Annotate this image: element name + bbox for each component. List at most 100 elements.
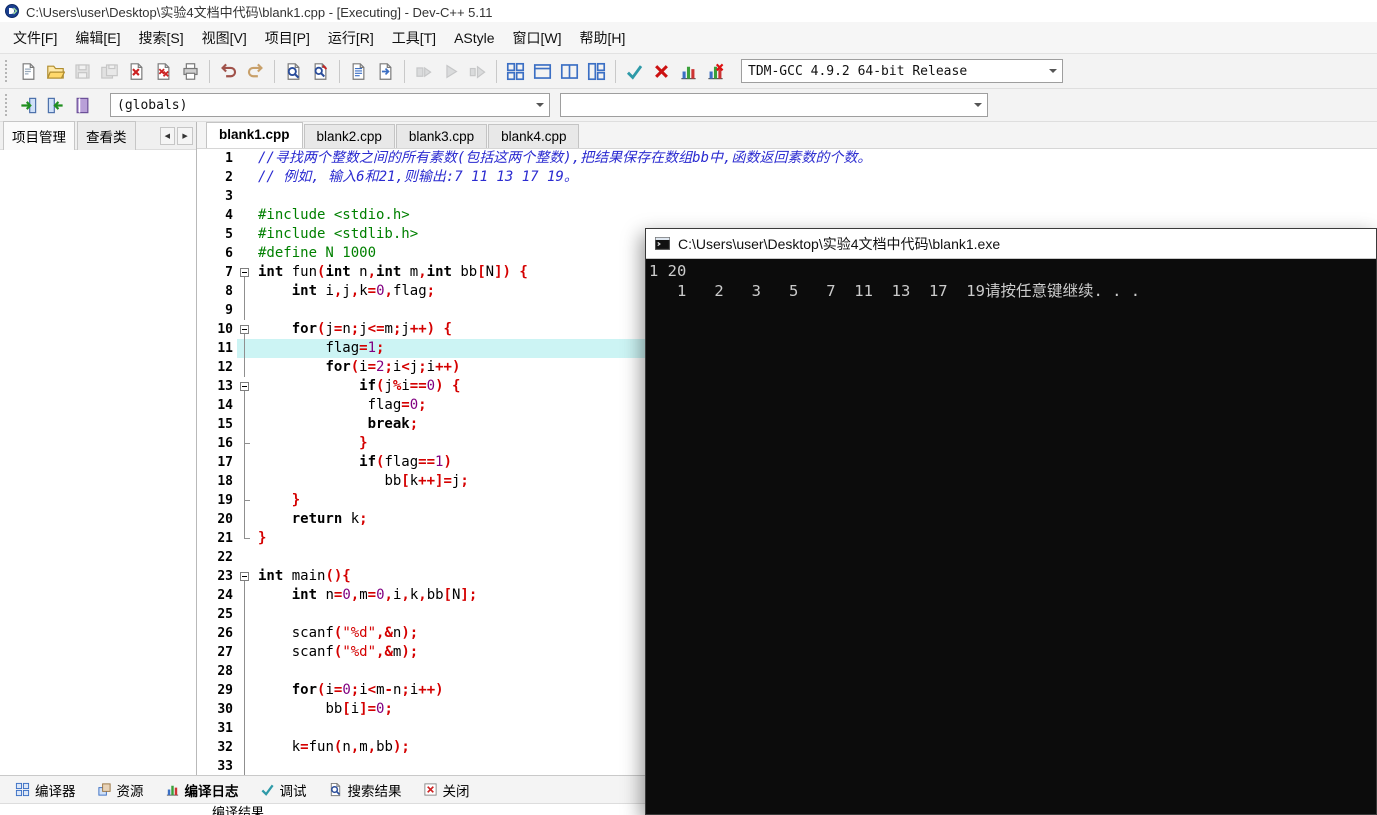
new-file-icon <box>19 62 38 81</box>
project-window-button[interactable] <box>529 58 556 85</box>
fold-guide <box>237 187 254 206</box>
editor-tab-blank2-cpp[interactable]: blank2.cpp <box>303 124 395 148</box>
close-all-button[interactable] <box>150 58 177 85</box>
globals-select[interactable]: (globals) <box>110 93 550 117</box>
source-list-icon <box>349 62 368 81</box>
code-line-4[interactable]: 4 #include <stdio.h> <box>197 206 1377 225</box>
fold-toggle[interactable] <box>237 377 254 396</box>
code-line-2[interactable]: 2 // 例如, 输入6和21,则输出:7 11 13 17 19。 <box>197 168 1377 187</box>
abort-icon <box>652 62 671 81</box>
fold-guide <box>237 434 254 453</box>
fold-minus-icon <box>240 325 249 334</box>
goto-declaration-button[interactable] <box>15 92 42 119</box>
line-number: 29 <box>217 683 233 698</box>
line-number: 32 <box>217 740 233 755</box>
menu-item-9[interactable]: 窗口[W] <box>504 22 571 54</box>
menu-item-7[interactable]: 工具[T] <box>383 22 445 54</box>
bottom-tab-2[interactable]: 资源 <box>88 776 153 804</box>
sidebar-tab-1[interactable]: 项目管理 <box>3 120 75 151</box>
close-file-icon <box>127 62 146 81</box>
line-number: 7 <box>225 265 233 280</box>
project-panel: 项目管理 查看类 ◀ ▶ <box>0 120 197 775</box>
menu-item-10[interactable]: 帮助[H] <box>571 22 635 54</box>
editor-tab-blank1-cpp[interactable]: blank1.cpp <box>206 122 303 148</box>
menu-item-6[interactable]: 运行[R] <box>319 22 383 54</box>
bottom-tab-3[interactable]: 编译日志 <box>156 776 248 804</box>
class-browser-button[interactable] <box>69 92 96 119</box>
project-new-unit-button[interactable] <box>502 58 529 85</box>
fold-guide <box>237 358 254 377</box>
project-window-icon <box>533 62 552 81</box>
save-all-button[interactable] <box>96 58 123 85</box>
menu-item-5[interactable]: 项目[P] <box>256 22 319 54</box>
console-title: C:\Users\user\Desktop\实验4文档中代码\blank1.ex… <box>678 235 1001 252</box>
console-output[interactable]: 1 20 1 2 3 5 7 11 13 17 19请按任意键继续. . . <box>646 259 1376 814</box>
menu-item-3[interactable]: 搜索[S] <box>129 22 192 54</box>
fold-guide <box>237 738 254 757</box>
run-button[interactable] <box>437 58 464 85</box>
fold-toggle[interactable] <box>237 263 254 282</box>
project-panel-tabs: 项目管理 查看类 ◀ ▶ <box>0 120 196 151</box>
redo-button[interactable] <box>242 58 269 85</box>
close-file-button[interactable] <box>123 58 150 85</box>
print-button[interactable] <box>177 58 204 85</box>
sidebar-tab-2[interactable]: 查看类 <box>77 120 136 151</box>
source-goto-button[interactable] <box>372 58 399 85</box>
console-titlebar[interactable]: C:\Users\user\Desktop\实验4文档中代码\blank1.ex… <box>646 229 1376 259</box>
debug-check-button[interactable] <box>621 58 648 85</box>
bottom-tab-1[interactable]: 编译器 <box>6 776 85 804</box>
find-button[interactable] <box>280 58 307 85</box>
code-text: // 例如, 输入6和21,则输出:7 11 13 17 19。 <box>258 169 578 185</box>
sidebar-scroll-left-button[interactable]: ◀ <box>159 126 176 145</box>
compiler-grid-icon <box>15 782 30 797</box>
code-line-3[interactable]: 3 <box>197 187 1377 206</box>
save-icon <box>73 62 92 81</box>
bottom-tab-5[interactable]: 搜索结果 <box>319 776 411 804</box>
menu-item-4[interactable]: 视图[V] <box>193 22 256 54</box>
line-number: 9 <box>225 303 233 318</box>
abort-button[interactable] <box>648 58 675 85</box>
fold-toggle[interactable] <box>237 567 254 586</box>
save-button[interactable] <box>69 58 96 85</box>
line-number: 27 <box>217 645 233 660</box>
line-number: 5 <box>225 227 233 242</box>
console-window: C:\Users\user\Desktop\实验4文档中代码\blank1.ex… <box>645 228 1377 815</box>
editor-tab-blank4-cpp[interactable]: blank4.cpp <box>488 124 580 148</box>
fold-toggle[interactable] <box>237 320 254 339</box>
profile-button[interactable] <box>675 58 702 85</box>
line-number: 4 <box>225 208 233 223</box>
toolbar-separator <box>496 59 497 83</box>
menu-item-2[interactable]: 编辑[E] <box>66 22 129 54</box>
undo-button[interactable] <box>215 58 242 85</box>
compile-run-button[interactable] <box>464 58 491 85</box>
goto-definition-button[interactable] <box>42 92 69 119</box>
line-number: 2 <box>225 170 233 185</box>
code-line-1[interactable]: 1 //寻找两个整数之间的所有素数(包括这两个整数),把结果保存在数组bb中,函数… <box>197 149 1377 168</box>
members-select[interactable] <box>560 93 988 117</box>
console-icon <box>654 235 671 252</box>
new-file-button[interactable] <box>15 58 42 85</box>
bottom-tab-4[interactable]: 调试 <box>251 776 316 804</box>
menu-item-8[interactable]: AStyle <box>445 24 503 52</box>
chevron-down-icon <box>536 103 544 111</box>
fold-guide <box>237 719 254 738</box>
source-list-button[interactable] <box>345 58 372 85</box>
compiler-select[interactable]: TDM-GCC 4.9.2 64-bit Release <box>741 59 1063 83</box>
project-split-button[interactable] <box>556 58 583 85</box>
replace-button[interactable] <box>307 58 334 85</box>
editor-tab-blank3-cpp[interactable]: blank3.cpp <box>395 124 488 148</box>
fold-minus-icon <box>240 572 249 581</box>
project-columns-button[interactable] <box>583 58 610 85</box>
menu-item-1[interactable]: 文件[F] <box>4 22 66 54</box>
compile-button[interactable] <box>410 58 437 85</box>
bottom-tab-6[interactable]: 关闭 <box>414 776 479 804</box>
open-file-icon <box>46 62 65 81</box>
fold-guide <box>237 510 254 529</box>
sidebar-scroll-right-button[interactable]: ▶ <box>177 126 193 145</box>
profile-delete-icon <box>706 62 725 81</box>
open-file-button[interactable] <box>42 58 69 85</box>
profile-delete-button[interactable] <box>702 58 729 85</box>
line-number: 1 <box>225 151 233 166</box>
toolbar-separator <box>339 59 340 83</box>
